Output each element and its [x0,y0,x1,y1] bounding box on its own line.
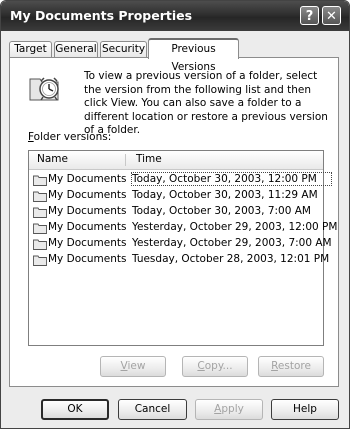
copy-button[interactable]: Copy... [182,356,248,377]
item-name: My Documents [48,205,127,217]
list-item[interactable]: My Documents Today, October 30, 2003, 11… [31,189,321,203]
folder-clock-icon [29,77,59,101]
folder-icon [33,207,47,218]
help-title-button[interactable]: ? [300,6,319,25]
item-time: Today, October 30, 2003, 12:00 PM [131,172,332,186]
item-time: Today, October 30, 2003, 7:00 AM [132,205,311,217]
properties-dialog: My Documents Properties ? ✕ Target Gener… [0,0,350,429]
intro-text: To view a previous version of a folder, … [84,70,328,136]
folder-icon [33,223,47,234]
tab-security[interactable]: Security [100,41,147,58]
apply-button[interactable]: Apply [195,399,263,420]
folder-icon [33,191,47,202]
list-item[interactable]: My Documents Tuesday, October 28, 2003, … [31,253,329,267]
item-time: Yesterday, October 29, 2003, 12:00 PM [132,221,338,233]
folder-icon [33,175,47,186]
list-item[interactable]: My Documents Yesterday, October 29, 2003… [31,237,332,251]
tab-previous-versions[interactable]: Previous Versions [148,38,239,73]
help-button[interactable]: Help [271,399,339,420]
previous-versions-panel: To view a previous version of a folder, … [9,57,339,387]
view-button[interactable]: View [100,356,166,377]
item-name: My Documents [48,221,127,233]
cancel-button[interactable]: Cancel [118,399,187,420]
item-name: My Documents [48,189,127,201]
item-name: My Documents [48,253,127,265]
column-divider[interactable] [125,154,126,166]
item-time: Yesterday, October 29, 2003, 7:00 AM [132,237,332,249]
column-header-time[interactable]: Time [136,153,162,165]
item-name: My Documents [48,237,127,249]
versions-list[interactable]: Name Time My Documents Today, October 30… [28,150,337,346]
folder-icon [33,255,47,266]
item-time: Today, October 30, 2003, 11:29 AM [132,189,318,201]
item-name: My Documents [48,173,127,185]
list-item[interactable]: My Documents Today, October 30, 2003, 12… [31,172,332,187]
folder-versions-label: Folder versions: [28,131,112,143]
window-title: My Documents Properties [10,8,193,23]
item-time: Tuesday, October 28, 2003, 12:01 PM [132,253,330,265]
ok-button[interactable]: OK [41,399,109,420]
list-header: Name Time [29,151,323,170]
list-item[interactable]: My Documents Yesterday, October 29, 2003… [31,221,337,235]
column-header-name[interactable]: Name [37,153,68,165]
tab-target[interactable]: Target [9,41,52,58]
title-bar[interactable]: My Documents Properties ? ✕ [1,1,349,31]
folder-icon [33,239,47,250]
close-button[interactable]: ✕ [322,6,341,25]
list-item[interactable]: My Documents Today, October 30, 2003, 7:… [31,205,321,219]
restore-button[interactable]: Restore [258,356,324,377]
tab-general[interactable]: General [54,41,98,58]
